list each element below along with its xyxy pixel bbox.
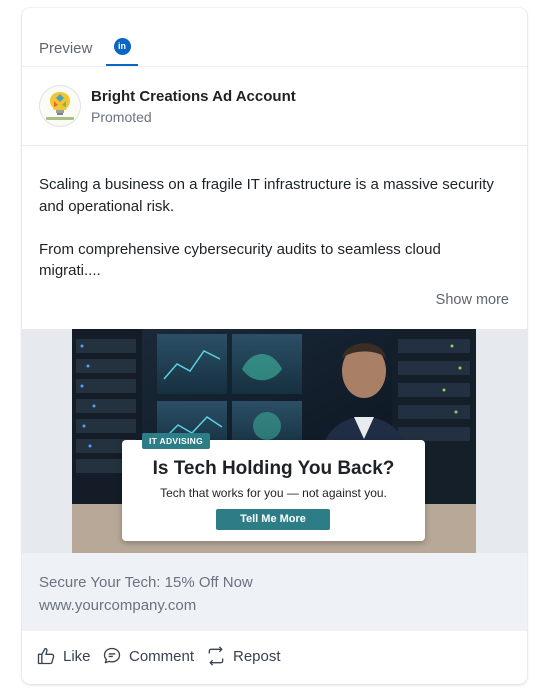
tell-me-more-button[interactable]: Tell Me More bbox=[216, 509, 330, 530]
ad-creative[interactable]: IT ADVISING Is Tech Holding You Back? Te… bbox=[22, 329, 527, 553]
tab-preview-label: Preview bbox=[39, 40, 93, 57]
ad-headline: Secure Your Tech: 15% Off Now bbox=[39, 574, 253, 591]
social-actions: Like Comment Repost bbox=[22, 631, 527, 684]
like-label: Like bbox=[63, 647, 91, 665]
repost-icon bbox=[208, 646, 224, 666]
comment-button[interactable]: Comment bbox=[102, 646, 194, 666]
ad-creative-image: IT ADVISING Is Tech Holding You Back? Te… bbox=[72, 329, 476, 553]
tab-linkedin[interactable]: in bbox=[106, 34, 138, 66]
ad-link-footer[interactable]: Secure Your Tech: 15% Off Now www.yourco… bbox=[22, 553, 527, 631]
like-button[interactable]: Like bbox=[36, 646, 91, 666]
post-header: Bright Creations Ad Account Promoted bbox=[22, 67, 527, 146]
ad-preview-card: Preview in Bright Creations Ad Account P… bbox=[22, 8, 527, 684]
preview-tabs: Preview in bbox=[22, 8, 527, 67]
show-more-link[interactable]: Show more bbox=[436, 292, 509, 308]
linkedin-icon: in bbox=[113, 38, 131, 55]
repost-label: Repost bbox=[233, 647, 281, 665]
creative-title: Is Tech Holding You Back? bbox=[152, 458, 395, 479]
thumbs-up-icon bbox=[37, 647, 55, 665]
category-tag: IT ADVISING bbox=[142, 433, 210, 449]
ad-url: www.yourcompany.com bbox=[39, 597, 197, 614]
post-paragraph-2: From comprehensive cybersecurity audits … bbox=[39, 240, 441, 280]
repost-button[interactable]: Repost bbox=[206, 646, 281, 666]
account-name[interactable]: Bright Creations Ad Account bbox=[91, 88, 296, 105]
post-paragraph-1: Scaling a business on a fragile IT infra… bbox=[39, 176, 494, 215]
lightbulb-logo-icon bbox=[46, 92, 74, 120]
promoted-label: Promoted bbox=[91, 109, 152, 125]
creative-subtitle: Tech that works for you — not against yo… bbox=[160, 486, 387, 500]
comment-label: Comment bbox=[129, 647, 195, 665]
comment-icon bbox=[103, 647, 121, 664]
promo-overlay-card: IT ADVISING Is Tech Holding You Back? Te… bbox=[122, 433, 425, 541]
account-avatar[interactable] bbox=[39, 85, 81, 127]
post-body: Scaling a business on a fragile IT infra… bbox=[39, 174, 499, 282]
